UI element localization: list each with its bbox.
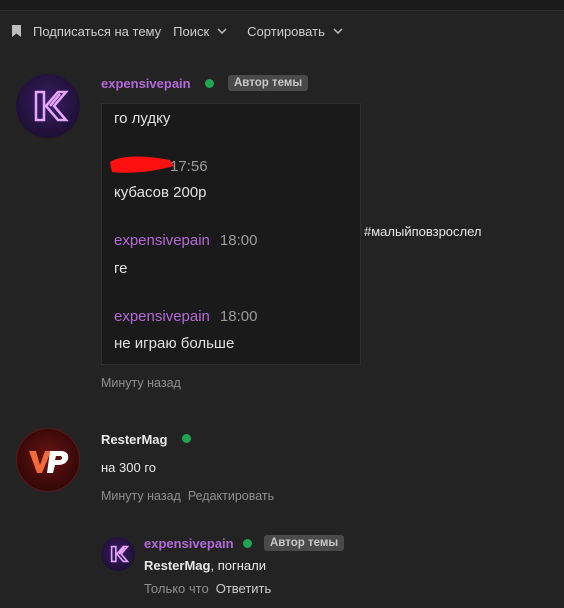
avatar[interactable] xyxy=(16,74,80,138)
post-text: на 300 го xyxy=(101,460,157,475)
post-meta: Минуту назад Редактировать xyxy=(101,489,281,503)
post-timestamp[interactable]: Минуту назад xyxy=(101,376,181,390)
chat-time: 18:00 xyxy=(219,232,258,249)
chat-username: expensivepain xyxy=(114,232,210,249)
username-link[interactable]: expensivepain xyxy=(101,76,191,91)
username-link[interactable]: ResterMag xyxy=(101,432,167,447)
chat-line: кубасов 200р xyxy=(114,184,207,201)
online-indicator xyxy=(182,434,191,443)
reply-button[interactable]: Ответить xyxy=(216,581,272,596)
chat-line: не играю больше xyxy=(114,335,235,352)
thread-toolbar: Подписаться на тему Поиск Сортировать xyxy=(12,22,363,40)
reply-timestamp[interactable]: Только что xyxy=(144,581,209,596)
chat-line: ге xyxy=(114,260,128,277)
k-logo-icon xyxy=(110,545,130,563)
online-indicator xyxy=(205,79,214,88)
reply-body: , погнали xyxy=(210,558,266,573)
k-logo-icon xyxy=(34,90,69,122)
reply-text: ResterMag, погнали xyxy=(144,558,266,573)
author-badge: Автор темы xyxy=(228,75,309,91)
username-link[interactable]: expensivepain xyxy=(144,536,234,551)
vp-logo-icon xyxy=(29,451,69,473)
chat-time: 18:00 xyxy=(219,308,258,325)
bookmark-icon xyxy=(12,25,21,37)
chevron-down-icon xyxy=(217,28,227,34)
mention-link[interactable]: ResterMag xyxy=(144,558,210,573)
screenshot-image[interactable]: го лудку 17:56 кубасов 200р expensivepai… xyxy=(101,103,361,365)
author-badge: Автор темы xyxy=(264,535,345,551)
sort-dropdown[interactable]: Сортировать xyxy=(247,24,343,39)
reply-meta: Только что Ответить xyxy=(144,581,271,596)
subscribe-button[interactable]: Подписаться на тему xyxy=(12,24,161,39)
hashtag-text: #малыйповзрослел xyxy=(364,224,482,239)
post-timestamp[interactable]: Минуту назад xyxy=(101,489,181,503)
search-dropdown[interactable]: Поиск xyxy=(173,24,227,39)
edit-button[interactable]: Редактировать xyxy=(188,489,274,503)
redaction-scribble xyxy=(110,156,174,173)
sort-label: Сортировать xyxy=(247,23,325,39)
chat-username: expensivepain xyxy=(114,308,210,325)
search-label: Поиск xyxy=(173,23,210,39)
chat-header: expensivepain 18:00 xyxy=(114,308,257,325)
chevron-down-icon xyxy=(333,28,343,34)
avatar[interactable] xyxy=(101,537,135,571)
chat-line: го лудку xyxy=(114,110,171,127)
chat-header: expensivepain 18:00 xyxy=(114,232,257,249)
avatar[interactable] xyxy=(16,428,80,492)
online-indicator xyxy=(243,539,252,548)
chat-time: 17:56 xyxy=(170,158,208,175)
subscribe-label: Подписаться на тему xyxy=(33,23,162,39)
top-bar xyxy=(0,0,564,11)
